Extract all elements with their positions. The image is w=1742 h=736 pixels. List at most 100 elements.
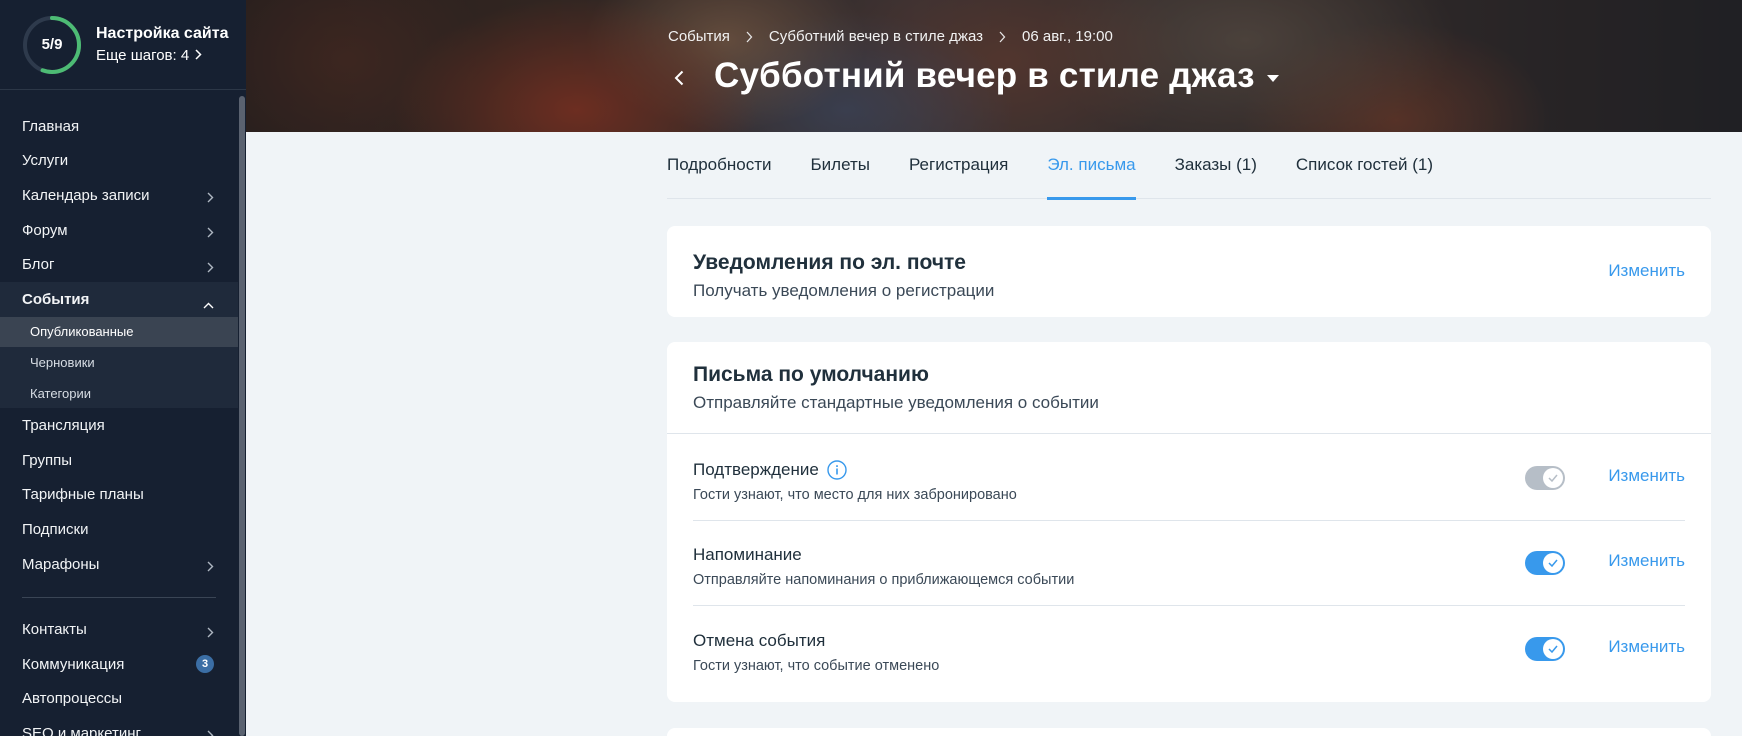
cancellation-toggle[interactable] — [1525, 637, 1565, 661]
email-row-description: Гости узнают, что место для них забронир… — [693, 487, 1017, 503]
sidebar-item-label: SEO и маркетинг — [22, 724, 141, 736]
sidebar-subitem-label: Опубликованные — [30, 324, 134, 340]
sidebar-item-events[interactable]: События — [0, 281, 238, 317]
email-row-description: Отправляйте напоминания о приближающемся… — [693, 572, 1075, 588]
sidebar-scrollbar-thumb[interactable] — [239, 96, 245, 736]
sidebar-item-services[interactable]: Услуги — [0, 144, 238, 179]
sidebar-divider — [22, 597, 216, 599]
default-emails-card: Письма по умолчанию Отправляйте стандарт… — [667, 342, 1711, 702]
sidebar-item-forum[interactable]: Форум — [0, 213, 238, 248]
tab-tickets[interactable]: Билеты — [811, 132, 870, 199]
sidebar-item-label: Марафоны — [22, 555, 100, 573]
caret-down-icon[interactable] — [1266, 69, 1279, 87]
chevron-right-icon — [207, 260, 214, 277]
site-setup-widget[interactable]: 5/9 Настройка сайта Еще шагов: 4 — [0, 0, 246, 90]
edit-notifications-link[interactable]: Изменить — [1608, 261, 1685, 281]
sidebar-item-label: Календарь записи — [22, 186, 150, 204]
sidebar-item-label: Услуги — [22, 152, 69, 170]
chevron-right-icon — [746, 31, 753, 43]
next-card — [667, 728, 1711, 736]
email-row-title: Подтверждение — [693, 460, 819, 479]
sidebar-subitem-published[interactable]: Опубликованные — [0, 316, 238, 348]
sidebar-item-label: Коммуникация — [22, 655, 125, 673]
sidebar-item-label: Группы — [22, 451, 72, 469]
setup-progress-text: 5/9 — [41, 36, 63, 53]
card-title: Письма по умолчанию — [693, 363, 929, 386]
sidebar-subitem-drafts[interactable]: Черновики — [0, 347, 238, 378]
email-row-title: Отмена события — [693, 631, 826, 650]
info-icon[interactable] — [827, 460, 847, 480]
edit-confirmation-link[interactable]: Изменить — [1608, 466, 1685, 486]
email-row-reminder: Напоминание Отправляйте напоминания о пр… — [693, 520, 1685, 605]
sidebar-subitem-label: Черновики — [30, 354, 95, 370]
chevron-right-icon — [195, 46, 202, 66]
card-title: Уведомления по эл. почте — [693, 251, 966, 274]
email-row-cancellation: Отмена события Гости узнают, что событие… — [693, 606, 1685, 691]
sidebar-item-broadcast[interactable]: Трансляция — [0, 408, 238, 443]
tab-emails[interactable]: Эл. письма — [1047, 132, 1136, 200]
reminder-toggle[interactable] — [1525, 551, 1565, 575]
card-subtitle: Отправляйте стандартные уведомления о со… — [693, 393, 1099, 412]
email-notifications-card: Уведомления по эл. почте Получать уведом… — [667, 226, 1711, 317]
check-icon — [1543, 553, 1563, 573]
check-icon — [1543, 639, 1563, 659]
sidebar: 5/9 Настройка сайта Еще шагов: 4 Главная… — [0, 0, 246, 736]
page-title: Субботний вечер в стиле джаз — [714, 56, 1255, 95]
sidebar-item-seo-marketing[interactable]: SEO и маркетинг — [0, 716, 238, 736]
email-row-description: Гости узнают, что событие отменено — [693, 658, 940, 674]
sidebar-item-label: События — [22, 290, 90, 308]
chevron-right-icon — [207, 559, 214, 576]
sidebar-item-contacts[interactable]: Контакты — [0, 612, 238, 647]
setup-progress-ring: 5/9 — [22, 15, 82, 75]
sidebar-scrollbar[interactable] — [238, 96, 246, 736]
sidebar-item-communication[interactable]: Коммуникация 3 — [0, 647, 238, 682]
breadcrumb-event[interactable]: Субботний вечер в стиле джаз — [769, 28, 983, 45]
sidebar-item-label: Блог — [22, 256, 55, 274]
events-subnav: Опубликованные Черновики Категории — [0, 316, 238, 409]
email-row-confirmation: Подтверждение Гости узнают, что место дл… — [693, 435, 1685, 520]
chevron-up-icon — [203, 296, 214, 313]
setup-title: Настройка сайта — [96, 24, 229, 42]
sidebar-item-label: Тарифные планы — [22, 486, 144, 504]
chevron-right-icon — [207, 225, 214, 242]
sidebar-item-label: Подписки — [22, 520, 89, 538]
check-icon — [1543, 468, 1563, 488]
sidebar-item-label: Контакты — [22, 621, 87, 639]
breadcrumb: События Субботний вечер в стиле джаз 06 … — [668, 28, 1113, 45]
tab-details[interactable]: Подробности — [667, 132, 772, 199]
back-arrow-icon[interactable] — [668, 67, 690, 89]
chevron-right-icon — [207, 625, 214, 642]
sidebar-subitem-categories[interactable]: Категории — [0, 378, 238, 409]
sidebar-item-subscriptions[interactable]: Подписки — [0, 512, 238, 547]
tab-registration[interactable]: Регистрация — [909, 132, 1008, 199]
sidebar-item-pricing-plans[interactable]: Тарифные планы — [0, 478, 238, 513]
tab-guest-list[interactable]: Список гостей (1) — [1296, 132, 1433, 199]
notification-count-badge: 3 — [196, 655, 214, 674]
edit-reminder-link[interactable]: Изменить — [1608, 551, 1685, 571]
sidebar-subitem-label: Категории — [30, 385, 91, 401]
tab-orders[interactable]: Заказы (1) — [1175, 132, 1257, 199]
sidebar-item-label: Форум — [22, 221, 68, 239]
confirmation-toggle[interactable] — [1525, 466, 1565, 490]
chevron-right-icon — [207, 190, 214, 207]
chevron-right-icon — [999, 31, 1006, 43]
sidebar-item-blog[interactable]: Блог — [0, 247, 238, 282]
edit-cancellation-link[interactable]: Изменить — [1608, 637, 1685, 657]
sidebar-item-booking-calendar[interactable]: Календарь записи — [0, 178, 238, 213]
event-header-banner: События Субботний вечер в стиле джаз 06 … — [246, 0, 1742, 132]
sidebar-item-label: Трансляция — [22, 417, 105, 435]
sidebar-item-groups[interactable]: Группы — [0, 443, 238, 478]
card-subtitle: Получать уведомления о регистрации — [693, 281, 995, 300]
sidebar-item-label: Автопроцессы — [22, 690, 123, 708]
sidebar-item-home[interactable]: Главная — [0, 109, 238, 144]
chevron-right-icon — [207, 728, 214, 736]
breadcrumb-date: 06 авг., 19:00 — [1022, 28, 1113, 45]
event-tabs: Подробности Билеты Регистрация Эл. письм… — [667, 132, 1711, 200]
sidebar-item-label: Главная — [22, 117, 80, 135]
breadcrumb-events[interactable]: События — [668, 28, 730, 45]
setup-steps-left[interactable]: Еще шагов: 4 — [96, 46, 189, 66]
sidebar-item-automations[interactable]: Автопроцессы — [0, 682, 238, 717]
sidebar-nav: Главная Услуги Календарь записи Форум Бл… — [0, 109, 238, 736]
email-row-title: Напоминание — [693, 545, 802, 564]
sidebar-item-marathons[interactable]: Марафоны — [0, 547, 238, 582]
